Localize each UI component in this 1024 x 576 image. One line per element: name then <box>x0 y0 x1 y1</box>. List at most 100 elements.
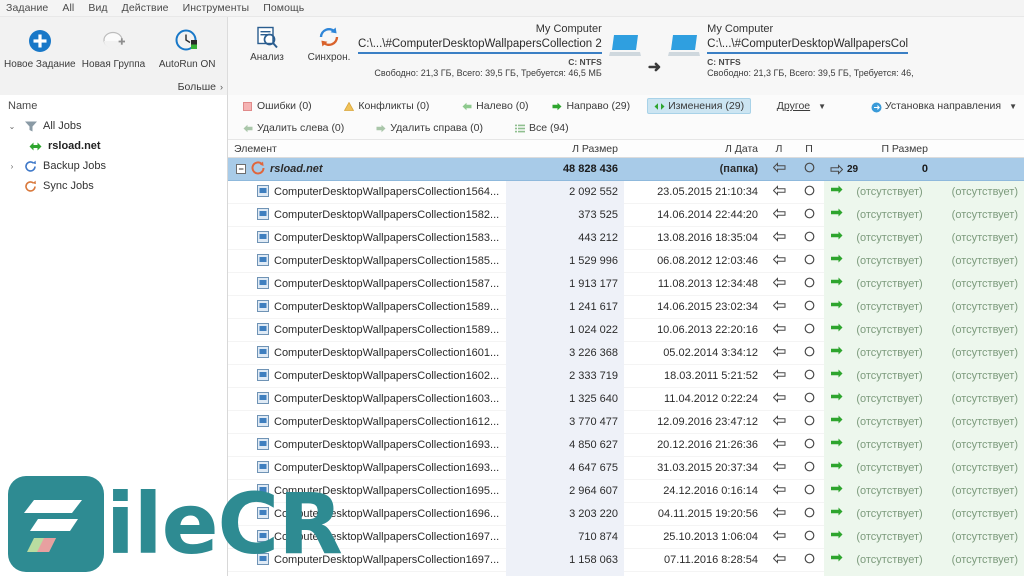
table-row[interactable]: ComputerDesktopWallpapersCollection1696.… <box>228 502 1024 526</box>
dir-neutral-button[interactable] <box>794 415 824 429</box>
dir-left-button[interactable] <box>764 300 794 314</box>
table-row[interactable]: ComputerDesktopWallpapersCollection1693.… <box>228 433 1024 457</box>
new-group-button[interactable]: Новая Группа <box>78 23 150 70</box>
dir-neutral-button[interactable] <box>794 323 824 337</box>
sidebar-item-sync-jobs[interactable]: Sync Jobs <box>0 176 227 196</box>
dir-right-cell[interactable]: (отсутствует) <box>824 249 934 273</box>
dir-neutral-button[interactable] <box>794 346 824 360</box>
dir-right-button[interactable] <box>830 526 843 549</box>
dir-neutral-button[interactable] <box>794 438 824 452</box>
dir-neutral-button[interactable] <box>794 231 824 245</box>
table-row[interactable]: ComputerDesktopWallpapersCollection1564.… <box>228 180 1024 204</box>
dir-right-button[interactable] <box>830 457 843 480</box>
filter-delete-left[interactable]: Удалить слева (0) <box>236 120 351 136</box>
table-row[interactable]: ComputerDesktopWallpapersCollection1583.… <box>228 226 1024 250</box>
table-row[interactable]: ComputerDesktopWallpapersCollection1587.… <box>228 272 1024 296</box>
table-row[interactable]: ComputerDesktopWallpapersCollection1612.… <box>228 410 1024 434</box>
dir-left-button[interactable] <box>764 369 794 383</box>
menu-item-vid[interactable]: Вид <box>88 2 107 14</box>
sidebar-item-all-jobs[interactable]: ⌄ All Jobs <box>0 116 227 136</box>
col-header-left-size[interactable]: Л Размер <box>506 143 624 155</box>
more-button[interactable]: Больше › <box>178 81 223 93</box>
dir-right-button[interactable] <box>830 273 843 296</box>
dir-neutral-button[interactable] <box>794 530 824 544</box>
dir-left-button[interactable] <box>764 553 794 567</box>
table-row[interactable]: ComputerDesktopWallpapersCollection1589.… <box>228 295 1024 319</box>
dir-left-button[interactable] <box>764 185 794 199</box>
dir-right-cell[interactable]: (отсутствует) <box>824 548 934 572</box>
filter-conflicts[interactable]: Конфликты (0) <box>337 98 436 114</box>
table-row[interactable]: ComputerDesktopWallpapersCollection1697.… <box>228 525 1024 549</box>
sync-button[interactable]: Синхрон. <box>300 23 358 95</box>
table-row[interactable]: ComputerDesktopWallpapersCollection1602.… <box>228 364 1024 388</box>
table-row[interactable]: ComputerDesktopWallpapersCollection1582.… <box>228 203 1024 227</box>
table-row[interactable]: ComputerDesktopWallpapersCollection1701.… <box>228 571 1024 576</box>
col-header-left-date[interactable]: Л Дата <box>624 143 764 155</box>
table-row[interactable]: ComputerDesktopWallpapersCollection1693.… <box>228 456 1024 480</box>
dir-right-button[interactable] <box>830 319 843 342</box>
right-path[interactable]: C:\...\#ComputerDesktopWallpapersCol <box>707 37 909 55</box>
dir-right-button[interactable] <box>830 227 843 250</box>
new-job-button[interactable]: Новое Задание <box>4 23 76 70</box>
dir-right-cell[interactable]: (отсутствует) <box>824 318 934 342</box>
filter-changes[interactable]: Изменения (29) <box>647 98 752 114</box>
twisty-right-icon[interactable]: › <box>6 162 18 171</box>
dir-right-cell[interactable]: (отсутствует) <box>824 272 934 296</box>
row-expander[interactable]: − <box>236 164 246 174</box>
dir-right-button[interactable] <box>830 365 843 388</box>
dir-neutral-button[interactable] <box>794 369 824 383</box>
dir-right-button[interactable] <box>830 434 843 457</box>
table-row[interactable]: ComputerDesktopWallpapersCollection1585.… <box>228 249 1024 273</box>
autorun-button[interactable]: AutoRun ON <box>151 23 223 70</box>
dir-left-button[interactable] <box>764 277 794 291</box>
dir-right-cell[interactable]: (отсутствует) <box>824 341 934 365</box>
dir-right-cell[interactable]: (отсутствует) <box>824 456 934 480</box>
dir-left-button[interactable] <box>764 392 794 406</box>
dir-right-button[interactable] <box>830 250 843 273</box>
folder-dir-right[interactable]: 29 0 <box>824 158 934 181</box>
sidebar-item-backup-jobs[interactable]: › Backup Jobs <box>0 156 227 176</box>
col-header-p[interactable]: П <box>794 143 824 155</box>
dir-left-button[interactable] <box>764 484 794 498</box>
dir-right-cell[interactable]: (отсутствует) <box>824 226 934 250</box>
dir-right-button[interactable] <box>830 480 843 503</box>
table-row-folder[interactable]: − rsload.net 48 828 436 (папка) 29 0 <box>228 158 1024 181</box>
table-row[interactable]: ComputerDesktopWallpapersCollection1603.… <box>228 387 1024 411</box>
set-direction-menu[interactable]: Установка направления ▼ <box>864 98 1024 114</box>
dir-right-cell[interactable]: (отсутствует) <box>824 295 934 319</box>
table-row[interactable]: ComputerDesktopWallpapersCollection1589.… <box>228 318 1024 342</box>
dir-right-cell[interactable]: (отсутствует) <box>824 479 934 503</box>
dir-neutral-button[interactable] <box>794 185 824 199</box>
left-path[interactable]: C:\...\#ComputerDesktopWallpapersCollect… <box>358 37 602 55</box>
dir-right-cell[interactable]: (отсутствует) <box>824 364 934 388</box>
dir-right-cell[interactable]: (отсутствует) <box>824 571 934 576</box>
dir-left-button[interactable] <box>764 254 794 268</box>
dir-neutral-button[interactable] <box>794 300 824 314</box>
dir-right-button[interactable] <box>830 296 843 319</box>
menu-item-deystvie[interactable]: Действие <box>122 2 169 14</box>
dir-right-button[interactable] <box>830 181 843 204</box>
dir-left-button[interactable] <box>764 323 794 337</box>
dir-left-button[interactable] <box>764 438 794 452</box>
filter-delete-right[interactable]: Удалить справа (0) <box>369 120 490 136</box>
dir-right-button[interactable] <box>830 411 843 434</box>
dir-left-button[interactable] <box>764 415 794 429</box>
dir-left-button[interactable] <box>764 507 794 521</box>
dir-right-cell[interactable]: (отсутствует) <box>824 180 934 204</box>
table-row[interactable]: ComputerDesktopWallpapersCollection1601.… <box>228 341 1024 365</box>
sidebar-item-rsload[interactable]: rsload.net <box>0 136 227 156</box>
menu-item-all[interactable]: All <box>62 2 74 14</box>
dir-left-button[interactable] <box>764 231 794 245</box>
menu-item-instrumenty[interactable]: Инструменты <box>183 2 250 14</box>
twisty-down-icon[interactable]: ⌄ <box>6 122 18 131</box>
filter-other-menu[interactable]: Другое ▼ <box>770 98 833 114</box>
dir-right-button[interactable] <box>830 204 843 227</box>
dir-right-cell[interactable]: (отсутствует) <box>824 410 934 434</box>
dir-right-button[interactable] <box>830 342 843 365</box>
folder-dir-left[interactable] <box>764 162 794 176</box>
dir-neutral-button[interactable] <box>794 392 824 406</box>
filter-all[interactable]: Все (94) <box>508 120 576 136</box>
dir-left-button[interactable] <box>764 461 794 475</box>
dir-right-cell[interactable]: (отсутствует) <box>824 502 934 526</box>
dir-neutral-button[interactable] <box>794 461 824 475</box>
